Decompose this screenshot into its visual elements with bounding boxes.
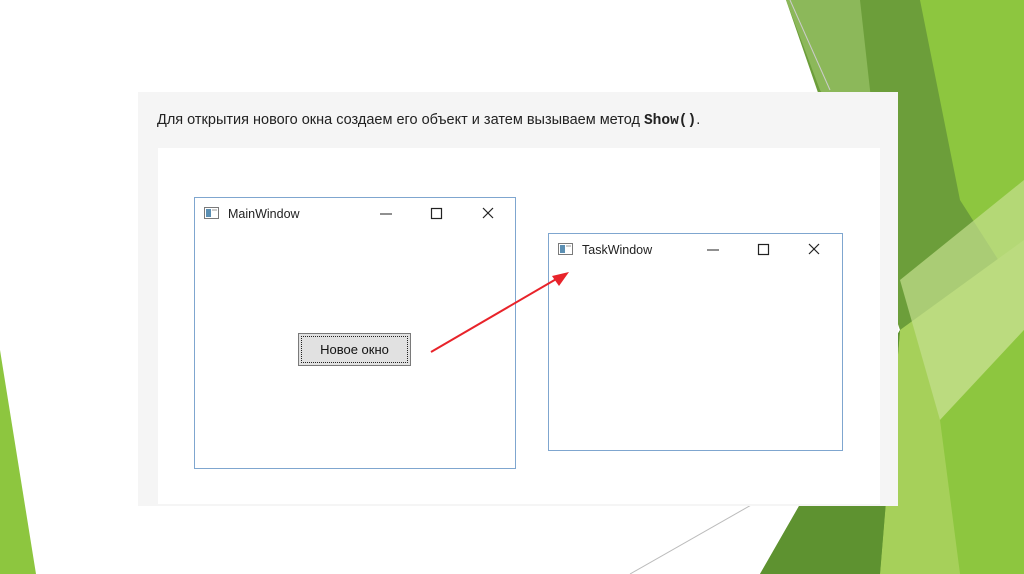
main-window-titlebar[interactable]: MainWindow xyxy=(195,198,515,230)
method-code: Show() xyxy=(643,113,697,129)
caption-end: . xyxy=(696,112,701,128)
main-window-title: MainWindow xyxy=(228,207,300,221)
task-window-titlebar[interactable]: TaskWindow xyxy=(549,234,842,266)
task-window-title: TaskWindow xyxy=(582,243,653,257)
maximize-icon[interactable] xyxy=(750,238,776,262)
maximize-icon[interactable] xyxy=(423,202,449,226)
task-window: TaskWindow xyxy=(548,233,843,451)
new-window-button[interactable]: Новое окно xyxy=(298,333,411,366)
content-panel: Для открытия нового окна создаем его объ… xyxy=(138,92,898,506)
app-icon xyxy=(204,207,219,219)
app-icon xyxy=(558,243,573,255)
close-icon[interactable] xyxy=(475,202,501,226)
minimize-icon[interactable] xyxy=(373,202,399,226)
close-icon[interactable] xyxy=(801,238,827,262)
minimize-icon[interactable] xyxy=(700,238,726,262)
slide-caption: Для открытия нового окна создаем его объ… xyxy=(157,112,700,129)
screenshot-area: MainWindow Новое окно TaskWindow xyxy=(158,148,880,504)
caption-text: Для открытия нового окна создаем его объ… xyxy=(157,112,644,128)
main-window: MainWindow Новое окно xyxy=(194,197,516,469)
